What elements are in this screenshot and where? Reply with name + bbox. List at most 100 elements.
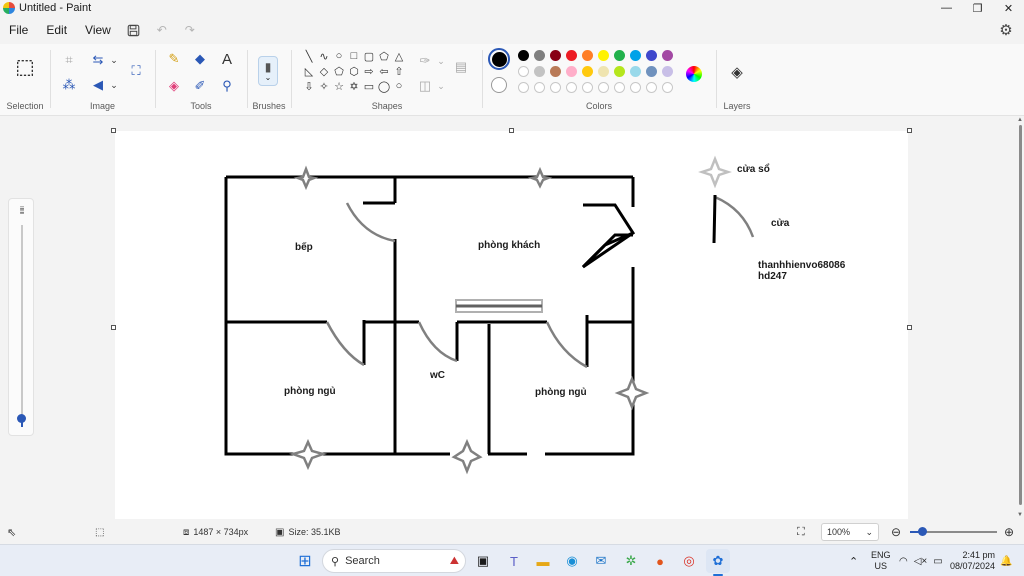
callout-cloud-shape-button[interactable]: ○ xyxy=(392,79,406,93)
custom-color-slot[interactable] xyxy=(534,82,545,93)
four-point-star-shape-button[interactable]: ✧ xyxy=(317,79,331,93)
system-tray-icons[interactable]: ◠ ◁× ▭ xyxy=(899,545,943,576)
clock[interactable]: 2:41 pm 08/07/2024 xyxy=(950,545,995,576)
rotate-dropdown[interactable]: ⌄ xyxy=(103,74,125,96)
color-swatch[interactable] xyxy=(582,66,593,77)
custom-color-slot[interactable] xyxy=(566,82,577,93)
right-arrow-shape-button[interactable]: ⇨ xyxy=(362,64,376,78)
triangle-shape-button[interactable]: △ xyxy=(392,49,406,63)
scroll-up-arrow-icon[interactable]: ▲ xyxy=(1016,117,1024,123)
color-swatch[interactable] xyxy=(550,50,561,61)
taskbar-file-explorer[interactable]: ▬ xyxy=(531,549,555,573)
custom-color-slot[interactable] xyxy=(550,82,561,93)
custom-color-slot[interactable] xyxy=(518,82,529,93)
up-arrow-shape-button[interactable]: ⇧ xyxy=(392,64,406,78)
scrollbar-thumb[interactable] xyxy=(1019,125,1022,505)
line-shape-button[interactable]: ╲ xyxy=(302,49,316,63)
taskbar-teams[interactable]: T xyxy=(502,549,526,573)
color-swatch[interactable] xyxy=(518,50,529,61)
brushes-button[interactable]: ▮ ⌄ xyxy=(258,56,278,86)
menu-file[interactable]: File xyxy=(0,18,37,42)
color-swatch[interactable] xyxy=(518,66,529,77)
color-swatch[interactable] xyxy=(646,66,657,77)
down-arrow-shape-button[interactable]: ⇩ xyxy=(302,79,316,93)
custom-color-slot[interactable] xyxy=(582,82,593,93)
image-background-button[interactable]: ⁂ xyxy=(58,74,80,96)
fill-button[interactable]: ◆ xyxy=(189,48,211,70)
custom-color-slot[interactable] xyxy=(662,82,673,93)
color-swatch[interactable] xyxy=(598,50,609,61)
rectangle-shape-button[interactable]: □ xyxy=(347,49,361,63)
select-button[interactable] xyxy=(13,56,37,80)
callout-oval-shape-button[interactable]: ◯ xyxy=(377,79,391,93)
layers-button[interactable]: ◈ xyxy=(726,61,748,83)
menu-view[interactable]: View xyxy=(76,18,120,42)
color-swatch[interactable] xyxy=(646,50,657,61)
redo-button[interactable]: ↷ xyxy=(176,18,204,42)
text-button[interactable]: A xyxy=(216,48,238,70)
custom-color-slot[interactable] xyxy=(598,82,609,93)
crop-button[interactable]: ⌗ xyxy=(58,49,80,71)
custom-color-slot[interactable] xyxy=(630,82,641,93)
custom-color-slot[interactable] xyxy=(646,82,657,93)
six-point-star-shape-button[interactable]: ✡ xyxy=(347,79,361,93)
pentagon-shape-button[interactable]: ⬠ xyxy=(332,64,346,78)
color-swatch[interactable] xyxy=(614,66,625,77)
canvas-resize-handle[interactable] xyxy=(509,128,514,133)
color-swatch[interactable] xyxy=(662,66,673,77)
scroll-down-arrow-icon[interactable]: ▼ xyxy=(1016,512,1024,518)
taskbar-task-view[interactable]: ▣ xyxy=(471,549,495,573)
color-swatch[interactable] xyxy=(534,50,545,61)
canvas-resize-handle[interactable] xyxy=(111,128,116,133)
brush-size-track[interactable] xyxy=(21,225,23,415)
right-triangle-shape-button[interactable]: ◺ xyxy=(302,64,316,78)
taskbar-chrome[interactable]: ◎ xyxy=(677,549,701,573)
color-swatch[interactable] xyxy=(630,66,641,77)
taskbar-paint[interactable]: ✿ xyxy=(706,549,730,573)
color-swatch[interactable] xyxy=(550,66,561,77)
color-swatch[interactable] xyxy=(614,50,625,61)
close-button[interactable]: ✕ xyxy=(993,0,1024,16)
color-picker-button[interactable]: ✐ xyxy=(189,75,211,97)
polygon-shape-button[interactable]: ⬠ xyxy=(377,49,391,63)
resize-dropdown[interactable]: ⌄ xyxy=(103,49,125,71)
color-swatch[interactable] xyxy=(598,66,609,77)
image-creator-button[interactable]: ⛶ xyxy=(125,60,147,82)
canvas-resize-handle[interactable] xyxy=(111,325,116,330)
eraser-button[interactable]: ◈ xyxy=(163,75,185,97)
notifications-button[interactable]: 🔔 xyxy=(1000,545,1012,576)
taskbar-search[interactable]: ⚲ Search ⛰ xyxy=(322,549,466,573)
five-point-star-shape-button[interactable]: ☆ xyxy=(332,79,346,93)
hexagon-shape-button[interactable]: ⬡ xyxy=(347,64,361,78)
menu-edit[interactable]: Edit xyxy=(37,18,76,42)
restore-button[interactable]: ❐ xyxy=(962,0,993,16)
zoom-in-button[interactable]: ⊕ xyxy=(1004,521,1014,543)
callout-rect-shape-button[interactable]: ▭ xyxy=(362,79,376,93)
start-button[interactable]: ⊞ xyxy=(293,549,317,573)
zoom-out-button[interactable]: ⊖ xyxy=(891,521,901,543)
undo-button[interactable]: ↶ xyxy=(148,18,176,42)
color-swatch[interactable] xyxy=(566,66,577,77)
taskbar-mail[interactable]: ✉ xyxy=(589,549,613,573)
curve-shape-button[interactable]: ∿ xyxy=(317,49,331,63)
diamond-shape-button[interactable]: ◇ xyxy=(317,64,331,78)
color-swatch[interactable] xyxy=(630,50,641,61)
color-swatch[interactable] xyxy=(534,66,545,77)
zoom-select[interactable]: 100% ⌄ xyxy=(821,523,879,541)
taskbar-edge[interactable]: ◉ xyxy=(560,549,584,573)
save-button[interactable] xyxy=(120,18,148,42)
brush-size-thumb[interactable] xyxy=(17,414,26,423)
magnifier-button[interactable]: ⚲ xyxy=(216,75,238,97)
edit-colors-button[interactable] xyxy=(686,66,702,82)
canvas-resize-handle[interactable] xyxy=(907,325,912,330)
color-swatch[interactable] xyxy=(662,50,673,61)
left-arrow-shape-button[interactable]: ⇦ xyxy=(377,64,391,78)
shape-size-button[interactable]: ▤ xyxy=(450,56,472,78)
input-language[interactable]: ENG US xyxy=(871,545,891,576)
taskbar-firefox[interactable]: ● xyxy=(648,549,672,573)
pencil-button[interactable]: ✎ xyxy=(163,48,185,70)
color-swatch[interactable] xyxy=(582,50,593,61)
outline-dropdown[interactable]: ⌄ xyxy=(430,50,452,72)
primary-color-button[interactable] xyxy=(488,48,510,70)
color-swatch[interactable] xyxy=(566,50,577,61)
